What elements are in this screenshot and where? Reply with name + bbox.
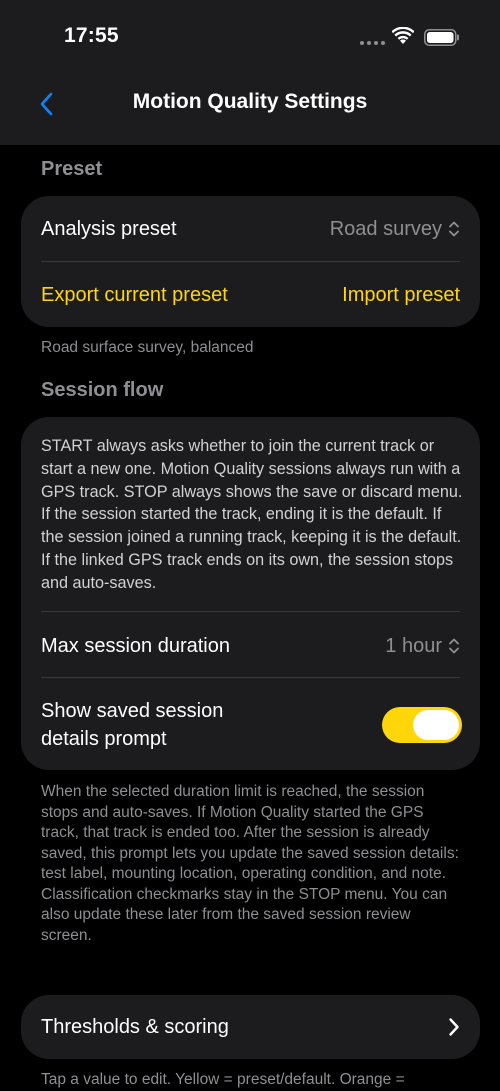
thresholds-card: Thresholds & scoring <box>21 995 480 1059</box>
thresholds-label: Thresholds & scoring <box>41 1015 229 1038</box>
chevron-right-icon <box>449 1018 459 1036</box>
analysis-preset-row[interactable]: Analysis preset Road survey <box>41 210 460 248</box>
analysis-preset-value: Road survey <box>329 217 442 240</box>
import-preset-button[interactable]: Import preset <box>342 284 460 307</box>
divider <box>41 611 460 612</box>
wifi-icon <box>392 27 414 44</box>
preset-footer: Road surface survey, balanced <box>41 339 254 356</box>
show-prompt-toggle[interactable] <box>382 707 462 743</box>
top-bar: 17:55 Motion Quality Settings <box>0 0 500 145</box>
max-duration-label: Max session duration <box>41 634 230 657</box>
session-flow-description: START always asks whether to join the cu… <box>41 437 463 592</box>
preset-card: Analysis preset Road survey Export curre… <box>21 196 480 327</box>
chevron-up-down-icon <box>449 221 459 237</box>
chevron-up-down-icon <box>449 638 459 654</box>
toggle-knob <box>413 710 459 740</box>
session-flow-card: START always asks whether to join the cu… <box>21 417 480 770</box>
show-prompt-label-line1: Show saved session <box>41 700 224 722</box>
section-header-preset: Preset <box>41 158 103 180</box>
preset-actions-row: Export current preset Import preset <box>41 276 460 314</box>
battery-icon <box>424 29 459 46</box>
status-time: 17:55 <box>64 24 119 47</box>
export-preset-button[interactable]: Export current preset <box>41 284 228 307</box>
thresholds-footer: Tap a value to edit. Yellow = preset/def… <box>41 1071 405 1088</box>
divider <box>41 261 460 262</box>
session-flow-footer: When the selected duration limit is reac… <box>41 783 459 944</box>
max-duration-row[interactable]: Max session duration 1 hour <box>41 627 460 665</box>
max-duration-value: 1 hour <box>385 634 442 657</box>
thresholds-row[interactable]: Thresholds & scoring <box>41 1008 460 1046</box>
divider <box>41 677 460 678</box>
page-title: Motion Quality Settings <box>132 90 368 113</box>
analysis-preset-label: Analysis preset <box>41 217 177 240</box>
max-duration-picker[interactable]: 1 hour <box>385 635 460 658</box>
section-header-session-flow: Session flow <box>41 379 164 401</box>
show-prompt-label: Show saved session details prompt <box>41 697 223 753</box>
cellular-signal-icon <box>360 41 385 45</box>
show-prompt-label-line2: details prompt <box>41 728 167 750</box>
analysis-preset-picker[interactable]: Road survey <box>330 218 460 241</box>
